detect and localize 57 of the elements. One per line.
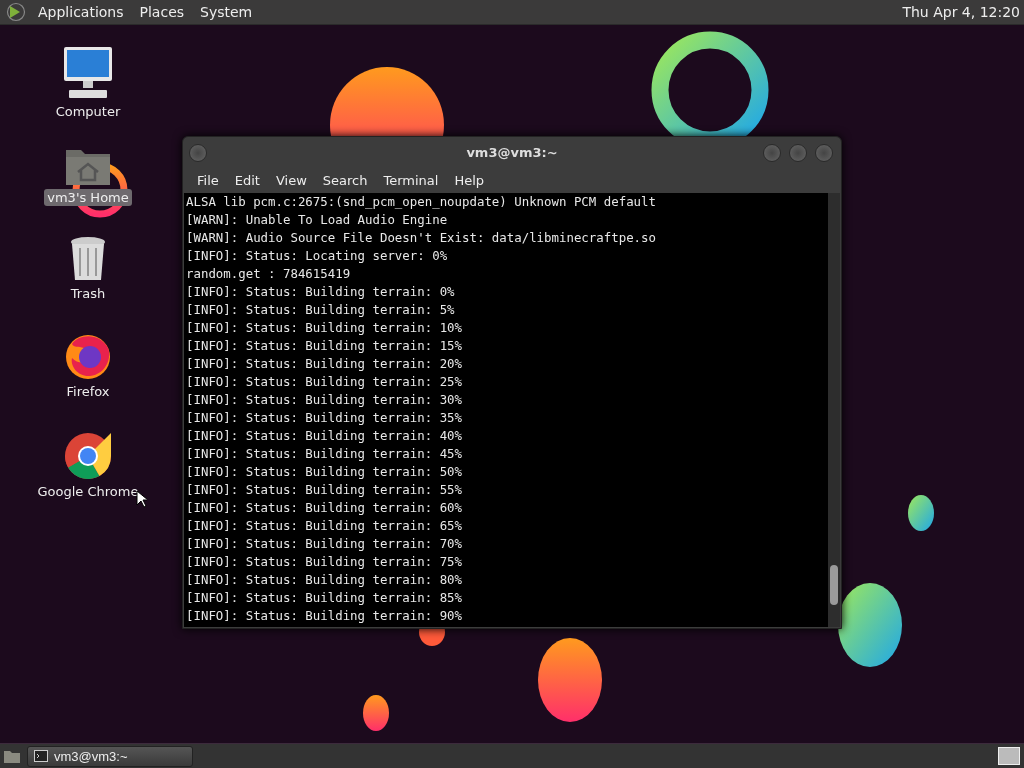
menu-item[interactable]: File [189,172,227,188]
terminal-line: [INFO]: Status: Building terrain: 40% [186,427,463,445]
terminal-line: [INFO]: Status: Building terrain: 75% [186,553,463,571]
workspace-switcher-icon[interactable] [998,747,1020,765]
terminal-line: random.get : 784615419 [186,265,352,283]
terminal-line: [INFO]: Status: Building terrain: 80% [186,571,463,589]
terminal-line: [INFO]: Status: Building terrain: 45% [186,445,463,463]
show-desktop-icon[interactable] [3,748,21,764]
terminal-line: [INFO]: Status: Building terrain: 0% [186,283,456,301]
terminal-line: [INFO]: Status: Building terrain: 15% [186,337,463,355]
computer-icon [63,46,113,100]
minimize-button[interactable] [763,144,781,162]
terminal-line: [INFO]: Status: Building terrain: 55% [186,481,463,499]
terminal-line: [INFO]: Status: Building terrain: 30% [186,391,463,409]
terminal-line: [INFO]: Status: Building terrain: 65% [186,517,463,535]
icon-label[interactable]: Trash [67,285,109,302]
panel-menu[interactable]: Places [131,4,193,20]
terminal-line: [INFO]: Status: Building terrain: 20% [186,355,463,373]
wallpaper-blob [363,695,389,731]
maximize-button[interactable] [789,144,807,162]
mouse-pointer-icon [136,490,147,508]
menu-item[interactable]: Edit [226,172,268,188]
panel-menu[interactable]: Applications [30,4,132,20]
terminal-icon [34,750,48,762]
terminal-line: [INFO]: Status: Building terrain: 70% [186,535,463,553]
menu-item[interactable]: Search [314,172,376,188]
terminal-line: [INFO]: Status: Building terrain: 60% [186,499,463,517]
menu-item[interactable]: View [267,172,315,188]
terminal-line: [WARN]: Unable To Load Audio Engine [186,211,449,229]
icon-label[interactable]: Computer [52,103,124,120]
terminal-line: [INFO]: Status: Building terrain: 50% [186,463,463,481]
terminal-line: [INFO]: Status: Locating server: 0% [186,247,449,265]
menu-item[interactable]: Terminal [375,172,447,188]
trash-icon [68,236,108,282]
icon-label[interactable]: Firefox [63,383,113,400]
panel-menu[interactable]: System [192,4,261,20]
terminal-line: [INFO]: Status: Building terrain: 90% [186,607,463,625]
wallpaper-blob [908,495,934,531]
menu-logo-icon[interactable] [6,2,26,22]
terminal-line: [INFO]: Status: Building terrain: 35% [186,409,463,427]
browser-icon [64,332,112,380]
taskbar-window-button[interactable]: vm3@vm3:~ [27,745,193,767]
menu-item[interactable]: Help [446,172,493,188]
terminal-line: [WARN]: Audio Source File Doesn't Exist: data/libminecraftpe.so [186,229,657,247]
terminal-line: [INFO]: Status: Building terrain: 5% [186,301,456,319]
clock[interactable]: Thu Apr 4, 12:20 [902,4,1024,20]
scrollbar[interactable] [828,193,840,627]
window-menu-button[interactable] [189,144,207,162]
terminal-line: [INFO]: Status: Building terrain: 10% [186,319,463,337]
icon-label[interactable]: Google Chrome [34,483,142,500]
close-button[interactable] [815,144,833,162]
terminal-line: [INFO]: Status: Building terrain: 85% [186,589,463,607]
terminal-line: ALSA lib pcm.c:2675:(snd_pcm_open_noupdate) Unknown PCM default [186,193,657,211]
terminal-line: [INFO]: Status: Building terrain: 25% [186,373,463,391]
window-title: vm3@vm3:~ [466,144,558,160]
browser-icon [64,432,112,480]
icon-label[interactable]: vm3's Home [44,189,132,206]
